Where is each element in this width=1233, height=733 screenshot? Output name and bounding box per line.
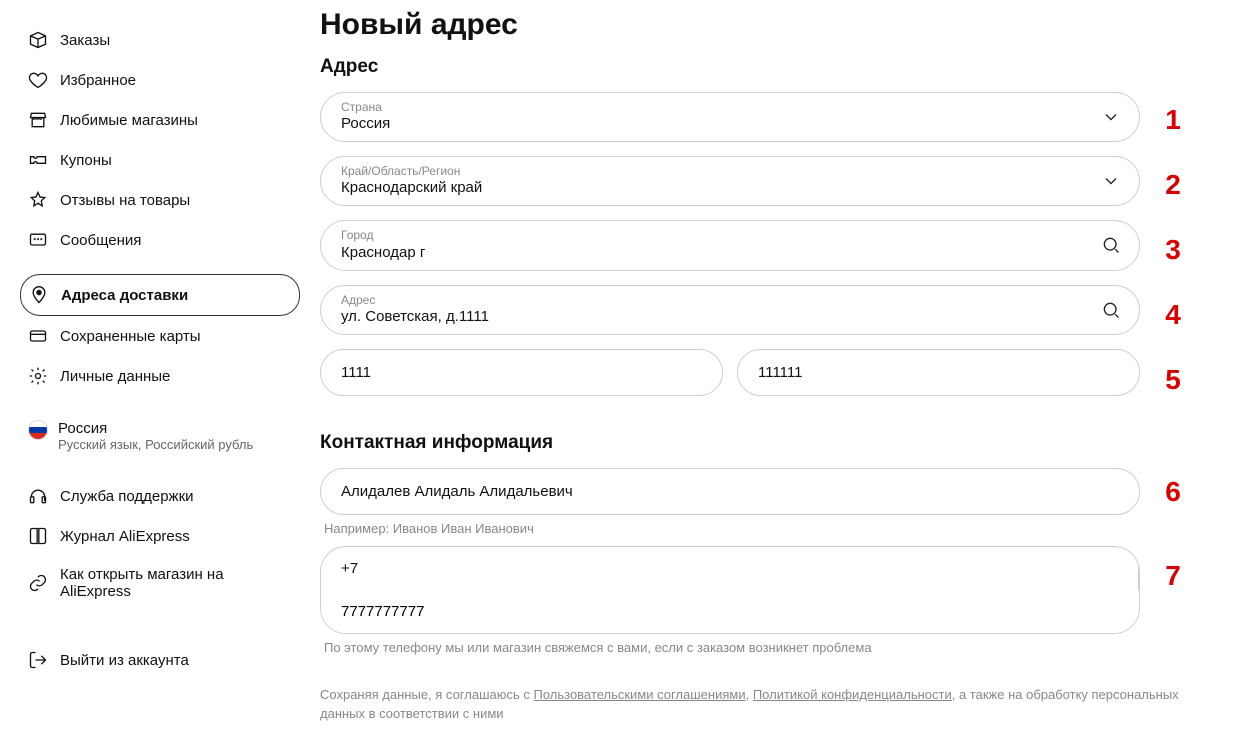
address-input[interactable] — [341, 307, 1089, 326]
sidebar-item-reviews[interactable]: Отзывы на товары — [20, 180, 300, 220]
address-field[interactable]: Адрес — [320, 285, 1140, 335]
search-icon[interactable] — [1101, 300, 1121, 320]
apartment-input[interactable] — [341, 358, 672, 387]
sidebar-item-logout[interactable]: Выйти из аккаунта — [20, 640, 300, 680]
postal-input[interactable] — [758, 358, 1089, 387]
logout-icon — [28, 650, 48, 670]
region-label: Край/Область/Регион — [341, 165, 1119, 178]
city-input[interactable] — [341, 243, 1089, 262]
card-icon — [28, 326, 48, 346]
sidebar-item-messages[interactable]: Сообщения — [20, 220, 300, 260]
sidebar-item-label: Заказы — [60, 32, 110, 49]
region-field[interactable]: Край/Область/Регион Краснодарский край — [320, 156, 1140, 206]
sidebar-item-shops[interactable]: Любимые магазины — [20, 100, 300, 140]
star-icon — [28, 190, 48, 210]
sidebar-item-label: Избранное — [60, 72, 136, 89]
phone-field[interactable]: +7 — [320, 546, 1140, 634]
section-address-title: Адрес — [320, 56, 1190, 78]
gear-icon — [28, 366, 48, 386]
box-icon — [28, 30, 48, 50]
flag-ru-icon — [28, 420, 48, 440]
sidebar-item-magazine[interactable]: Журнал AliExpress — [20, 516, 300, 556]
headphones-icon — [28, 486, 48, 506]
sidebar-item-addresses[interactable]: Адреса доставки — [20, 274, 300, 316]
phone-country-code[interactable]: +7 — [321, 547, 1139, 590]
sidebar-item-coupons[interactable]: Купоны — [20, 140, 300, 180]
fullname-hint: Например: Иванов Иван Иванович — [324, 521, 1140, 536]
sidebar-item-label: Служба поддержки — [60, 488, 194, 505]
main-content: Новый адрес Адрес Страна Россия 1 Край/О… — [320, 0, 1190, 724]
terms-link[interactable]: Пользовательскими соглашениями — [533, 687, 745, 702]
sidebar-item-label: Сохраненные карты — [60, 328, 201, 345]
annotation-6: 6 — [1156, 476, 1190, 508]
country-label: Страна — [341, 101, 1119, 114]
ticket-icon — [28, 150, 48, 170]
sidebar-item-label: Адреса доставки — [61, 287, 188, 304]
sidebar-item-favorites[interactable]: Избранное — [20, 60, 300, 100]
sidebar-item-label: Отзывы на товары — [60, 192, 190, 209]
region-value: Краснодарский край — [341, 178, 1089, 197]
annotation-1: 1 — [1156, 104, 1190, 136]
pin-icon — [29, 285, 49, 305]
apartment-field[interactable] — [320, 349, 723, 396]
sidebar-item-label: Журнал AliExpress — [60, 528, 190, 545]
privacy-link[interactable]: Политикой конфиденциальности — [753, 687, 952, 702]
annotation-5: 5 — [1156, 364, 1190, 396]
annotation-4: 4 — [1156, 299, 1190, 331]
annotation-7: 7 — [1156, 560, 1190, 592]
sidebar-item-cards[interactable]: Сохраненные карты — [20, 316, 300, 356]
page-title: Новый адрес — [320, 8, 1190, 42]
annotation-2: 2 — [1156, 169, 1190, 201]
sidebar-item-label: Купоны — [60, 152, 112, 169]
city-label: Город — [341, 229, 1119, 242]
disclaimer: Сохраняя данные, я соглашаюсь с Пользова… — [320, 685, 1190, 724]
section-contact-title: Контактная информация — [320, 432, 1190, 454]
sidebar-item-label: Выйти из аккаунта — [60, 652, 189, 669]
country-value: Россия — [341, 114, 1089, 133]
sidebar-item-label: Как открыть магазин на AliExpress — [60, 566, 292, 600]
locale-detail: Русский язык, Российский рубль — [58, 437, 253, 452]
phone-input[interactable] — [321, 590, 1139, 633]
sidebar-item-open-store[interactable]: Как открыть магазин на AliExpress — [20, 556, 300, 610]
book-icon — [28, 526, 48, 546]
locale-selector[interactable]: Россия Русский язык, Российский рубль — [20, 410, 300, 462]
locale-country: Россия — [58, 420, 253, 437]
fullname-input[interactable] — [341, 477, 1089, 506]
postal-field[interactable] — [737, 349, 1140, 396]
chevron-down-icon — [1101, 171, 1121, 191]
address-label: Адрес — [341, 294, 1119, 307]
fullname-field[interactable] — [320, 468, 1140, 515]
link-icon — [28, 573, 48, 593]
sidebar: Заказы Избранное Любимые магазины Купоны… — [20, 0, 320, 724]
sidebar-item-orders[interactable]: Заказы — [20, 20, 300, 60]
sidebar-item-label: Личные данные — [60, 368, 170, 385]
city-field[interactable]: Город — [320, 220, 1140, 270]
annotation-3: 3 — [1156, 234, 1190, 266]
country-field[interactable]: Страна Россия — [320, 92, 1140, 142]
heart-icon — [28, 70, 48, 90]
phone-hint: По этому телефону мы или магазин свяжемс… — [324, 640, 1140, 655]
search-icon[interactable] — [1101, 235, 1121, 255]
sidebar-item-support[interactable]: Служба поддержки — [20, 476, 300, 516]
store-icon — [28, 110, 48, 130]
sidebar-item-label: Сообщения — [60, 232, 141, 249]
sidebar-item-profile[interactable]: Личные данные — [20, 356, 300, 396]
chevron-down-icon — [1101, 107, 1121, 127]
sidebar-item-label: Любимые магазины — [60, 112, 198, 129]
chat-icon — [28, 230, 48, 250]
